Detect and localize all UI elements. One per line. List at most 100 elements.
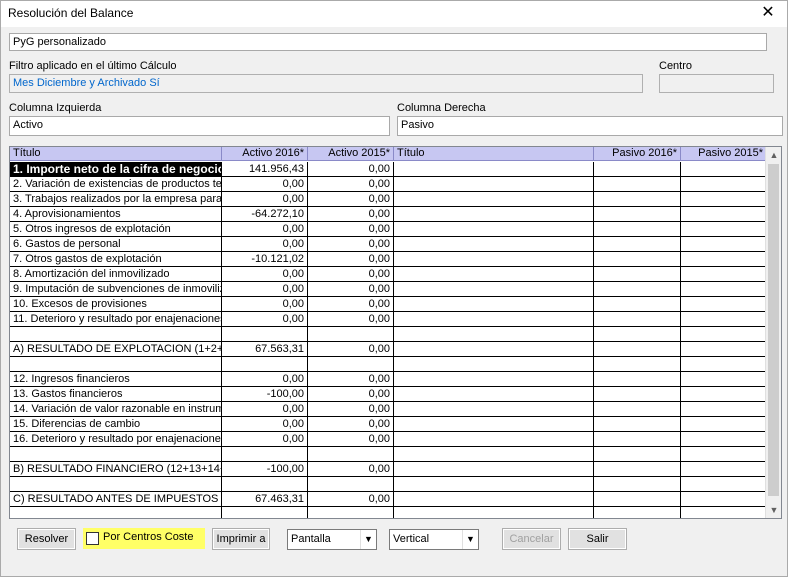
table-cell[interactable]: 0,00 <box>308 192 394 207</box>
por-centros-coste-checkbox[interactable] <box>86 532 99 545</box>
table-cell[interactable] <box>594 432 681 447</box>
table-cell[interactable]: 9. Imputación de subvenciones de inmovil… <box>10 282 222 297</box>
table-cell[interactable] <box>681 162 767 177</box>
table-row[interactable]: 10. Excesos de provisiones 0,00 0,00 <box>10 297 767 312</box>
table-cell[interactable] <box>10 477 222 492</box>
table-cell[interactable] <box>681 312 767 327</box>
table-row[interactable]: B) RESULTADO FINANCIERO (12+13+14+15+16)… <box>10 462 767 477</box>
table-cell[interactable]: C) RESULTADO ANTES DE IMPUESTOS (A+B) <box>10 492 222 507</box>
table-cell[interactable]: 11. Deterioro y resultado por enajenacio… <box>10 312 222 327</box>
table-cell[interactable] <box>681 402 767 417</box>
name-field[interactable]: PyG personalizado <box>9 33 767 51</box>
table-cell[interactable]: 0,00 <box>308 417 394 432</box>
exit-button[interactable]: Salir <box>568 528 627 550</box>
table-row[interactable]: 2. Variación de existencias de productos… <box>10 177 767 192</box>
table-cell[interactable]: 7. Otros gastos de explotación <box>10 252 222 267</box>
table-cell[interactable] <box>394 192 594 207</box>
table-cell[interactable] <box>594 342 681 357</box>
table-row[interactable]: A) RESULTADO DE EXPLOTACION (1+2+3+4+5+6… <box>10 342 767 357</box>
col-header-pasivo-2015[interactable]: Pasivo 2015* <box>681 147 767 161</box>
col-header-titulo-left[interactable]: Título <box>10 147 222 161</box>
table-cell[interactable]: 1. Importe neto de la cifra de negocios <box>10 162 222 177</box>
table-cell[interactable] <box>681 432 767 447</box>
table-row[interactable]: 6. Gastos de personal 0,00 0,00 <box>10 237 767 252</box>
table-cell[interactable] <box>394 297 594 312</box>
table-cell[interactable]: 0,00 <box>308 252 394 267</box>
table-cell[interactable]: 3. Trabajos realizados por la empresa pa… <box>10 192 222 207</box>
table-cell[interactable]: -100,00 <box>222 387 308 402</box>
table-cell[interactable] <box>394 507 594 518</box>
table-cell[interactable] <box>594 177 681 192</box>
table-cell[interactable] <box>394 282 594 297</box>
table-cell[interactable] <box>681 492 767 507</box>
table-cell[interactable] <box>394 402 594 417</box>
table-cell[interactable]: 13. Gastos financieros <box>10 387 222 402</box>
table-cell[interactable] <box>594 282 681 297</box>
table-row[interactable]: 5. Otros ingresos de explotación 0,00 0,00 <box>10 222 767 237</box>
table-cell[interactable] <box>681 327 767 342</box>
table-cell[interactable] <box>308 327 394 342</box>
table-cell[interactable]: A) RESULTADO DE EXPLOTACION (1+2+3+4+5+6… <box>10 342 222 357</box>
table-cell[interactable] <box>394 372 594 387</box>
table-row[interactable] <box>10 507 767 518</box>
vertical-scrollbar[interactable]: ▲ ▼ <box>765 147 781 518</box>
table-cell[interactable] <box>594 492 681 507</box>
table-cell[interactable] <box>594 357 681 372</box>
table-cell[interactable]: 0,00 <box>308 297 394 312</box>
table-cell[interactable] <box>681 267 767 282</box>
imprimir-button[interactable]: Imprimir a <box>212 528 270 550</box>
table-cell[interactable] <box>394 207 594 222</box>
table-cell[interactable]: 0,00 <box>222 297 308 312</box>
table-cell[interactable] <box>308 477 394 492</box>
table-cell[interactable] <box>681 282 767 297</box>
table-cell[interactable]: 0,00 <box>308 177 394 192</box>
table-cell[interactable] <box>394 477 594 492</box>
col-header-activo-2015[interactable]: Activo 2015* <box>308 147 394 161</box>
table-cell[interactable]: 16. Deterioro y resultado por enajenacio… <box>10 432 222 447</box>
table-cell[interactable] <box>394 432 594 447</box>
table-cell[interactable] <box>222 357 308 372</box>
table-cell[interactable] <box>594 417 681 432</box>
table-cell[interactable]: 0,00 <box>308 282 394 297</box>
table-cell[interactable] <box>681 252 767 267</box>
table-cell[interactable]: 67.463,31 <box>222 492 308 507</box>
table-cell[interactable] <box>594 477 681 492</box>
table-cell[interactable]: 0,00 <box>222 282 308 297</box>
table-cell[interactable] <box>681 207 767 222</box>
table-row[interactable]: 15. Diferencias de cambio 0,00 0,00 <box>10 417 767 432</box>
table-cell[interactable]: B) RESULTADO FINANCIERO (12+13+14+15+16) <box>10 462 222 477</box>
table-cell[interactable] <box>394 462 594 477</box>
table-row[interactable]: 3. Trabajos realizados por la empresa pa… <box>10 192 767 207</box>
orientation-select[interactable]: Vertical ▼ <box>389 529 479 550</box>
table-cell[interactable] <box>681 222 767 237</box>
table-cell[interactable] <box>681 192 767 207</box>
table-cell[interactable] <box>394 267 594 282</box>
table-cell[interactable]: 0,00 <box>308 237 394 252</box>
table-row[interactable]: 9. Imputación de subvenciones de inmovil… <box>10 282 767 297</box>
table-cell[interactable] <box>681 507 767 518</box>
table-row[interactable]: 16. Deterioro y resultado por enajenacio… <box>10 432 767 447</box>
table-cell[interactable]: 0,00 <box>222 402 308 417</box>
table-cell[interactable]: 5. Otros ingresos de explotación <box>10 222 222 237</box>
table-cell[interactable] <box>394 387 594 402</box>
balance-grid[interactable]: Título Activo 2016* Activo 2015* Título … <box>9 146 782 519</box>
table-cell[interactable] <box>681 387 767 402</box>
table-cell[interactable]: 0,00 <box>222 432 308 447</box>
table-cell[interactable] <box>394 447 594 462</box>
output-select[interactable]: Pantalla ▼ <box>287 529 377 550</box>
table-cell[interactable] <box>594 162 681 177</box>
table-cell[interactable]: 0,00 <box>222 192 308 207</box>
resolver-button[interactable]: Resolver <box>17 528 76 550</box>
right-column-field[interactable]: Pasivo <box>397 116 783 136</box>
table-cell[interactable] <box>10 447 222 462</box>
table-cell[interactable]: 0,00 <box>308 342 394 357</box>
table-cell[interactable] <box>394 222 594 237</box>
table-cell[interactable] <box>594 222 681 237</box>
table-cell[interactable]: 0,00 <box>308 207 394 222</box>
table-cell[interactable] <box>594 372 681 387</box>
table-cell[interactable] <box>394 342 594 357</box>
close-icon[interactable]: ✕ <box>757 2 779 24</box>
table-cell[interactable]: 12. Ingresos financieros <box>10 372 222 387</box>
table-cell[interactable] <box>394 252 594 267</box>
table-cell[interactable] <box>222 447 308 462</box>
